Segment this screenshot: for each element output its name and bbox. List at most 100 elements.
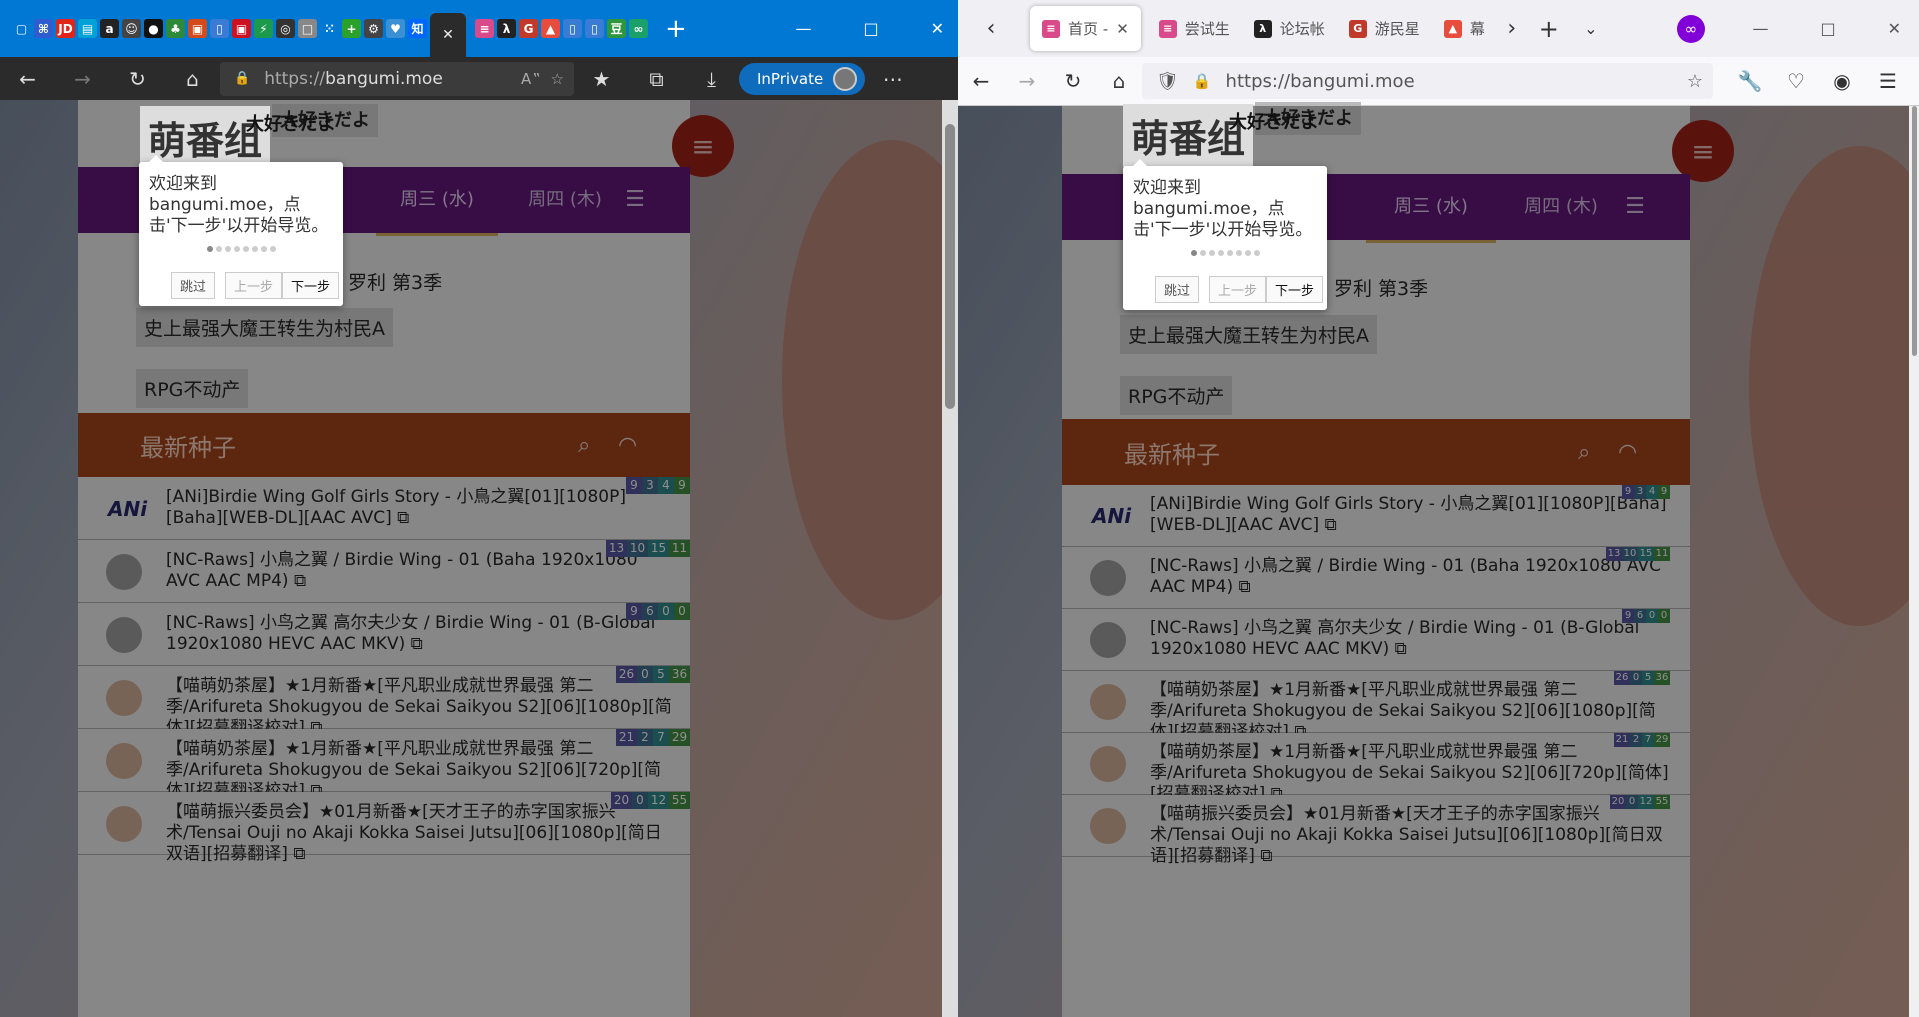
new-tab-button[interactable]: + [665,14,687,44]
downloads-icon[interactable]: ⤓ [684,67,739,91]
jd-icon[interactable]: JD [56,19,75,38]
plus-green-icon[interactable]: + [342,19,361,38]
zhihu-icon[interactable]: 知 [408,19,427,38]
tour-dot [1226,250,1233,256]
active-tab[interactable]: ✕ [430,13,466,57]
tab-1[interactable]: ≡ 首页 - ✕ [1030,6,1141,51]
lock-icon[interactable]: 🔒 [1193,72,1212,90]
page-icon[interactable]: ▯ [210,19,229,38]
back-icon[interactable]: ← [958,69,1004,93]
green-app-icon[interactable]: ♣ [166,19,185,38]
circle-icon[interactable]: ◎ [276,19,295,38]
new-tab-button[interactable]: + [1527,15,1571,43]
inprivate-label: InPrivate [757,69,824,88]
minimize-icon[interactable]: — [1752,19,1768,38]
tour-prev-button[interactable]: 上一步 [1209,276,1267,303]
tab-close-icon[interactable]: ✕ [1116,20,1129,38]
address-bar[interactable]: 🛡 🔒 https://bangumi.moe ☆ [1142,63,1713,99]
tour-dot [233,246,240,252]
menu-icon[interactable]: ☰ [1865,69,1911,93]
scroll-thumb[interactable] [945,124,955,409]
tour-progress-dots [1123,250,1327,256]
douban-icon[interactable]: 豆 [607,19,626,38]
gift-icon[interactable]: ▣ [188,19,207,38]
back-icon[interactable]: ← [0,67,55,91]
url-scheme: https:// [264,68,326,89]
forward-icon[interactable]: → [1004,69,1050,93]
home-icon[interactable]: ⌂ [165,67,220,91]
tour-dot [242,246,249,252]
tour-popover: 欢迎来到bangumi.moe，点击'下一步'以开始导览。 跳过 上一步 下一步 [139,155,343,306]
maximize-icon[interactable]: □ [863,19,878,38]
edge-page: 萌番组大好きだよ≡周三 (水)周四 (木)☰罗利 第3季史上最强大魔王转生为村民… [0,100,958,1017]
lambda-icon[interactable]: λ [497,19,516,38]
ghost-icon[interactable]: ☺ [122,19,141,38]
inprivate-badge[interactable]: InPrivate [739,62,866,95]
window-controls: — □ ✕ [795,19,958,38]
tab-5[interactable]: ▲ 幕 [1432,6,1497,51]
scroll-thumb[interactable] [1912,106,1917,356]
oo-icon[interactable]: ∞ [629,19,648,38]
refresh-icon[interactable]: ↻ [110,67,165,91]
tab-2[interactable]: ≡ 尝试生 [1147,6,1242,51]
tour-dot [1199,250,1206,256]
tab-label: 论坛帐 [1279,20,1325,38]
amazon-icon[interactable]: a [100,19,119,38]
gift-red-icon[interactable]: ▣ [232,19,251,38]
tab-list-icon[interactable]: ⌄ [1571,19,1611,38]
tour-next-button[interactable]: 下一步 [1266,276,1324,303]
tour-skip-button[interactable]: 跳过 [1155,276,1200,303]
address-bar[interactable]: 🔒 https://bangumi.moe A ‟ ☆ [220,61,574,96]
pocket-icon[interactable]: ♡ [1773,69,1819,93]
tab-actions-icon[interactable]: ▢ [12,19,31,38]
tab-close-icon[interactable]: ✕ [442,27,454,43]
logo-tagline-dim: 大好きだよ [246,114,336,135]
close-icon[interactable]: ✕ [1888,19,1901,38]
page-background: 萌番组大好きだよ≡周三 (水)周四 (木)☰罗利 第3季史上最强大魔王转生为村民… [0,100,958,1017]
refresh-icon[interactable]: ↻ [1050,69,1096,93]
tour-prev-button[interactable]: 上一步 [225,272,283,299]
home-icon[interactable]: ⌂ [1096,69,1142,93]
edge-toolbar: ← → ↻ ⌂ 🔒 https://bangumi.moe A ‟ ☆ ★ ⧉ … [0,57,958,100]
shield-icon[interactable]: 🛡 [1156,71,1179,92]
settings-icon[interactable]: ⚙ [364,19,383,38]
tour-dot [215,246,222,252]
forward-icon[interactable]: → [55,67,110,91]
bookmark-star-icon[interactable]: ☆ [1687,71,1703,92]
g-icon[interactable]: G [519,19,538,38]
divider-icon[interactable]: ⁙ [320,19,339,38]
tour-dot [269,246,276,252]
tab-4[interactable]: G 游民星 [1337,6,1432,51]
collections-icon[interactable]: ⧉ [629,67,684,91]
extension-icon[interactable]: ◉ [1819,69,1865,93]
baidu-icon[interactable]: ⌘ [34,19,53,38]
profile-avatar-icon[interactable] [833,66,858,91]
tour-skip-button[interactable]: 跳过 [171,272,216,299]
bilibili-icon[interactable]: ▤ [78,19,97,38]
tab-scroll-left-icon[interactable]: ‹ [958,16,1024,41]
doc-icon[interactable]: ▯ [563,19,582,38]
settings-menu-icon[interactable]: ⋯ [865,67,920,91]
wrench-icon[interactable]: 🔧 [1727,69,1773,93]
read-aloud-icon[interactable]: A ‟ [521,70,541,88]
flame-icon[interactable]: ▲ [541,19,560,38]
tab-scroll-right-icon[interactable]: › [1497,16,1527,41]
bangumi-tab-icon[interactable]: ≡ [475,19,494,38]
tour-buttons: 跳过 上一步 下一步 [1155,276,1324,303]
tour-next-button[interactable]: 下一步 [282,272,340,299]
maximize-icon[interactable]: □ [1820,19,1835,38]
minimize-icon[interactable]: — [795,19,811,38]
image-icon[interactable]: □ [298,19,317,38]
bolt-icon[interactable]: ⚡ [254,19,273,38]
doc2-icon[interactable]: ▯ [585,19,604,38]
firefox-scrollbar[interactable] [1909,106,1919,1017]
edge-scrollbar[interactable] [942,100,958,1017]
tour-dot [260,246,267,252]
tab-3[interactable]: λ 论坛帐 [1242,6,1337,51]
heart-icon[interactable]: ♥ [386,19,405,38]
lock-icon[interactable]: 🔒 [234,71,250,86]
add-favorite-icon[interactable]: ☆ [551,70,564,88]
favorites-icon[interactable]: ★ [574,67,629,91]
close-icon[interactable]: ✕ [931,19,944,38]
github-icon[interactable]: ● [144,19,163,38]
